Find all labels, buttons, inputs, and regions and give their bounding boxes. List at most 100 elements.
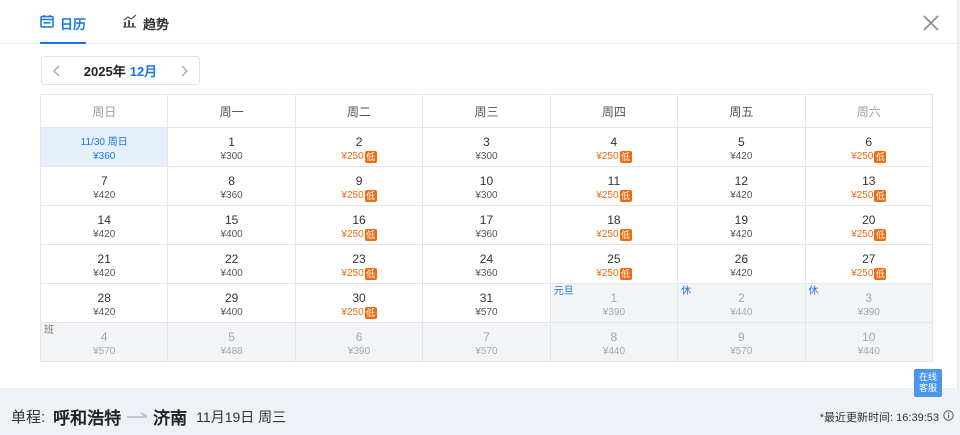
calendar-week-row: 11/30 周日 ¥360 1 ¥300 2 ¥250 低 3 ¥300 4 ¥250 低 5 ¥420 6… (39, 127, 934, 167)
calendar-day-cell[interactable]: 28 ¥420 (39, 283, 169, 323)
calendar-day-cell[interactable]: 29 ¥400 (167, 283, 296, 323)
calendar-day-cell[interactable]: 18 ¥250 低 (549, 205, 679, 245)
day-price-line: ¥300 (168, 150, 294, 163)
calendar-day-cell[interactable]: 1 ¥300 (167, 127, 296, 167)
day-price-line: ¥440 (678, 306, 804, 319)
day-number: 29 (224, 291, 239, 305)
day-price: ¥488 (220, 346, 243, 357)
weekday-header: 周二 (294, 94, 424, 128)
calendar-day-cell[interactable]: 10 ¥440 (804, 322, 934, 362)
calendar-day-cell[interactable]: 26 ¥420 (677, 244, 806, 284)
calendar-day-cell[interactable]: 5 ¥420 (677, 127, 806, 167)
day-number: 9 (355, 174, 363, 188)
calendar-day-cell[interactable]: 2 ¥250 低 (294, 127, 424, 167)
day-price: ¥420 (730, 190, 753, 201)
info-icon[interactable] (943, 410, 954, 424)
calendar-day-cell[interactable]: 8 ¥440 (549, 322, 679, 362)
day-price-line: ¥440 (551, 345, 677, 358)
prev-month-button[interactable] (42, 57, 72, 84)
calendar-day-cell[interactable]: 6 ¥390 (294, 322, 424, 362)
day-price: ¥250 (851, 268, 874, 279)
day-number: 26 (734, 252, 748, 266)
day-price-line: ¥420 (41, 306, 167, 319)
chevron-left-icon (53, 65, 60, 76)
day-price: ¥400 (220, 307, 243, 318)
day-number: 5 (737, 135, 745, 149)
day-number: 1 (228, 135, 235, 149)
calendar-day-cell[interactable]: 19 ¥420 (677, 205, 806, 245)
close-icon[interactable] (920, 12, 942, 34)
customer-service-button[interactable]: 在线 客服 (914, 369, 942, 397)
calendar-day-cell[interactable]: 23 ¥250 低 (294, 244, 424, 284)
calendar-day-cell[interactable]: 12 ¥420 (677, 166, 806, 206)
low-price-badge: 低 (364, 307, 377, 319)
calendar-day-cell[interactable]: 30 ¥250 低 (294, 283, 424, 323)
day-price: ¥360 (475, 268, 498, 279)
weekday-header: 周三 (422, 94, 551, 128)
day-price-line: ¥440 (806, 345, 932, 358)
calendar-body: 11/30 周日 ¥360 1 ¥300 2 ¥250 低 3 ¥300 4 ¥250 低 5 ¥420 6… (39, 127, 934, 362)
calendar-day-cell[interactable]: 班 4 ¥570 (39, 322, 169, 362)
calendar-day-cell[interactable]: 8 ¥360 (167, 166, 296, 206)
calendar-day-cell[interactable]: 17 ¥360 (422, 205, 551, 245)
weekday-header: 周四 (549, 94, 679, 128)
day-price-line: ¥250 低 (551, 267, 677, 280)
day-price: ¥420 (730, 229, 753, 240)
day-number: 15 (224, 213, 239, 227)
next-month-button[interactable] (169, 57, 199, 84)
day-price: ¥440 (602, 346, 626, 357)
weekday-header: 周日 (39, 94, 169, 128)
day-price: ¥360 (220, 190, 243, 201)
low-price-badge: 低 (619, 190, 632, 202)
calendar-day-cell[interactable]: 休 3 ¥390 (804, 283, 934, 323)
calendar-day-cell[interactable]: 22 ¥400 (167, 244, 296, 284)
calendar-day-cell[interactable]: 7 ¥420 (39, 166, 169, 206)
calendar-day-cell[interactable]: 15 ¥400 (167, 205, 296, 245)
calendar-day-cell[interactable]: 27 ¥250 低 (804, 244, 934, 284)
day-number: 4 (100, 330, 108, 344)
day-price-line: ¥570 (423, 306, 549, 319)
month-text: 12月 (129, 64, 158, 79)
calendar-day-cell[interactable]: 31 ¥570 (422, 283, 551, 323)
day-price: ¥250 (341, 190, 364, 201)
calendar-day-cell[interactable]: 25 ¥250 低 (549, 244, 679, 284)
calendar-day-cell[interactable]: 11 ¥250 低 (549, 166, 679, 206)
day-price: ¥400 (220, 229, 243, 240)
calendar-day-cell[interactable]: 14 ¥420 (39, 205, 169, 245)
calendar-day-cell[interactable]: 16 ¥250 低 (294, 205, 424, 245)
calendar-day-cell[interactable]: 21 ¥420 (39, 244, 169, 284)
calendar-day-cell[interactable]: 9 ¥250 低 (294, 166, 424, 206)
calendar-day-cell[interactable]: 13 ¥250 低 (804, 166, 934, 206)
day-price-line: ¥250 低 (806, 189, 932, 202)
calendar-day-cell[interactable]: 元旦 1 ¥390 (549, 283, 679, 323)
calendar-day-cell[interactable]: 11/30 周日 ¥360 (39, 127, 169, 167)
day-price: ¥390 (347, 346, 371, 357)
calendar-day-cell[interactable]: 休 2 ¥440 (677, 283, 806, 323)
calendar-day-cell[interactable]: 7 ¥570 (422, 322, 551, 362)
calendar-day-cell[interactable]: 5 ¥488 (167, 322, 296, 362)
tab-trend[interactable]: 趋势 (122, 14, 169, 44)
calendar-day-cell[interactable]: 9 ¥570 (677, 322, 806, 362)
calendar-day-cell[interactable]: 6 ¥250 低 (804, 127, 934, 167)
day-number: 28 (97, 291, 111, 305)
low-price-badge: 低 (874, 229, 887, 241)
calendar-day-cell[interactable]: 24 ¥360 (422, 244, 551, 284)
day-price: ¥300 (220, 151, 243, 162)
calendar-day-cell[interactable]: 10 ¥300 (422, 166, 551, 206)
calendar-panel: 日历 趋势 2025年 12月 周日 周一 周二 周三 周四 周五 周六 11/30 周日 ¥3… (0, 0, 958, 388)
calendar-day-cell[interactable]: 4 ¥250 低 (549, 127, 679, 167)
calendar-week-row: 班 4 ¥570 5 ¥488 6 ¥390 7 ¥570 8 ¥440 9 ¥570 10 ¥440 (39, 322, 934, 362)
day-number: 13 (862, 174, 876, 188)
day-price: ¥250 (596, 190, 619, 201)
to-city: 济南 (153, 409, 188, 428)
workday-tag: 班 (44, 325, 54, 336)
day-price: ¥250 (341, 151, 364, 162)
weekday-header: 周一 (167, 94, 296, 128)
day-price: ¥420 (93, 307, 116, 318)
calendar-day-cell[interactable]: 20 ¥250 低 (804, 205, 934, 245)
day-number: 18 (607, 213, 621, 227)
day-price-line: ¥250 低 (296, 189, 422, 202)
year-text: 2025年 (83, 64, 126, 79)
calendar-day-cell[interactable]: 3 ¥300 (422, 127, 551, 167)
tab-calendar[interactable]: 日历 (40, 14, 87, 44)
